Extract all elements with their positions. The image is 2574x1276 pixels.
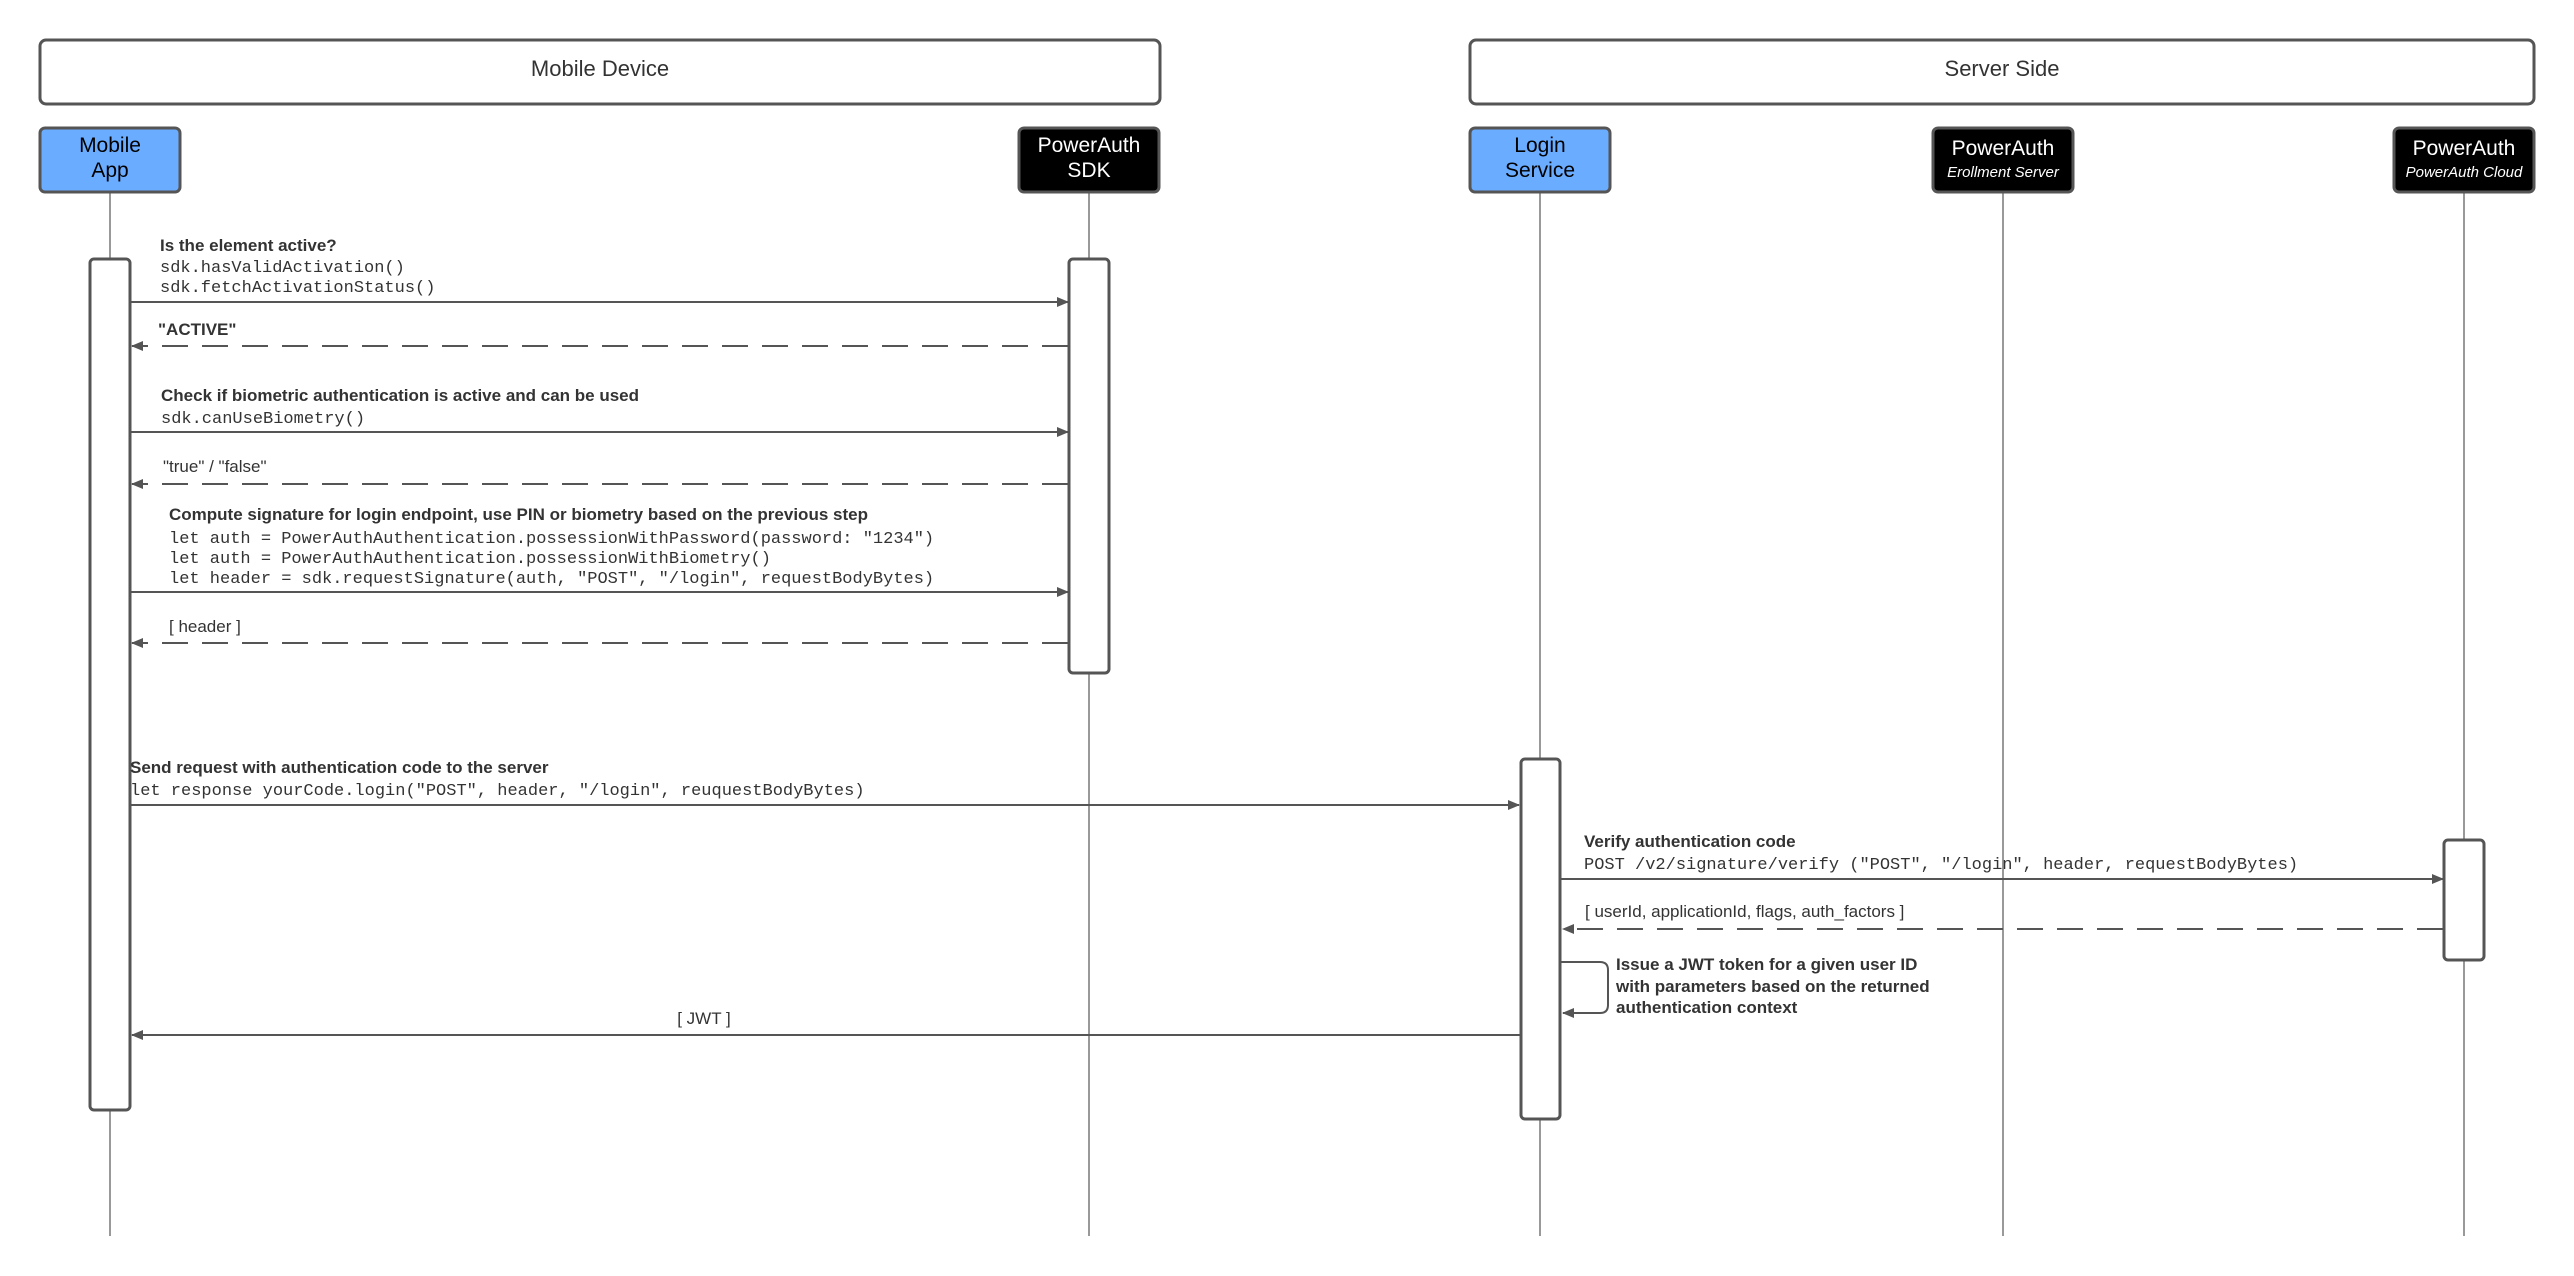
message-3-title: Compute signature for login endpoint, us… <box>169 505 868 524</box>
activation-cloud <box>2442 838 2486 962</box>
return-4-label: [ JWT ] <box>677 1009 731 1028</box>
participant-mobile-app-line1: Mobile <box>79 134 141 157</box>
participant-sdk-line1: PowerAuth <box>1038 134 1141 157</box>
message-send-request: Send request with authentication code to… <box>130 758 1520 810</box>
self-message-line3: authentication context <box>1616 998 1798 1017</box>
self-message-issue-jwt: Issue a JWT token for a given user ID wi… <box>1561 955 1930 1018</box>
arrow-self <box>1561 961 1609 1018</box>
message-5-code1: POST /v2/signature/verify ("POST", "/log… <box>1584 856 2298 875</box>
return-active: "ACTIVE" <box>131 320 1068 351</box>
participant-cloud-subtitle: PowerAuth Cloud <box>2406 164 2523 181</box>
participant-sdk-line2: SDK <box>1067 159 1110 182</box>
return-1-label: "ACTIVE" <box>158 320 236 339</box>
participant-login-service-line2: Service <box>1505 159 1575 182</box>
return-true-false: "true" / "false" <box>131 457 1068 489</box>
group-server-side-label: Server Side <box>1945 56 2060 81</box>
group-mobile-device: Mobile Device <box>38 38 1162 106</box>
participant-login-service: Login Service <box>1468 126 1612 194</box>
message-5-title: Verify authentication code <box>1584 832 1796 851</box>
participant-sdk: PowerAuth SDK <box>1017 126 1161 194</box>
return-header: [ header ] <box>131 617 1068 648</box>
participant-login-service-line1: Login <box>1514 134 1565 157</box>
message-biometry-check: Check if biometric authentication is act… <box>130 386 1069 437</box>
message-compute-signature: Compute signature for login endpoint, us… <box>130 505 1069 597</box>
message-1-title: Is the element active? <box>160 236 337 255</box>
sequence-diagram: Mobile Device Server Side Mobile App Pow… <box>38 38 2536 1236</box>
participant-cloud-title: PowerAuth <box>2413 137 2516 160</box>
return-2-label: "true" / "false" <box>163 457 267 476</box>
lifelines <box>109 192 2465 1236</box>
message-3-code1: let auth = PowerAuthAuthentication.posse… <box>169 530 934 549</box>
activation-mobile-app <box>88 257 132 1112</box>
participant-enrollment-server: PowerAuth Erollment Server <box>1931 126 2075 194</box>
participant-enrollment-server-subtitle: Erollment Server <box>1947 164 2060 181</box>
message-3-code2: let auth = PowerAuthAuthentication.posse… <box>169 550 771 569</box>
group-mobile-device-label: Mobile Device <box>531 56 669 81</box>
return-jwt: [ JWT ] <box>131 1009 1520 1040</box>
return-3-label: [ header ] <box>169 617 241 636</box>
message-1-code1: sdk.hasValidActivation() <box>160 259 405 278</box>
activation-sdk <box>1067 257 1111 675</box>
group-server-side: Server Side <box>1468 38 2536 106</box>
return-5-label: [ userId, applicationId, flags, auth_fac… <box>1585 902 1904 921</box>
participant-enrollment-server-title: PowerAuth <box>1952 137 2055 160</box>
activation-login-service <box>1519 757 1562 1121</box>
message-2-title: Check if biometric authentication is act… <box>161 386 639 405</box>
participant-cloud: PowerAuth PowerAuth Cloud <box>2392 126 2536 194</box>
participant-mobile-app-line2: App <box>91 159 128 182</box>
message-2-code1: sdk.canUseBiometry() <box>161 410 365 429</box>
message-4-code1: let response yourCode.login("POST", head… <box>130 782 865 801</box>
self-message-line2: with parameters based on the returned <box>1615 977 1930 996</box>
message-4-title: Send request with authentication code to… <box>130 758 549 777</box>
self-message-line1: Issue a JWT token for a given user ID <box>1616 955 1917 974</box>
message-is-element-active: Is the element active? sdk.hasValidActiv… <box>130 236 1069 307</box>
message-1-code2: sdk.fetchActivationStatus() <box>160 279 435 298</box>
message-3-code3: let header = sdk.requestSignature(auth, … <box>169 570 934 589</box>
participant-mobile-app: Mobile App <box>38 126 182 194</box>
